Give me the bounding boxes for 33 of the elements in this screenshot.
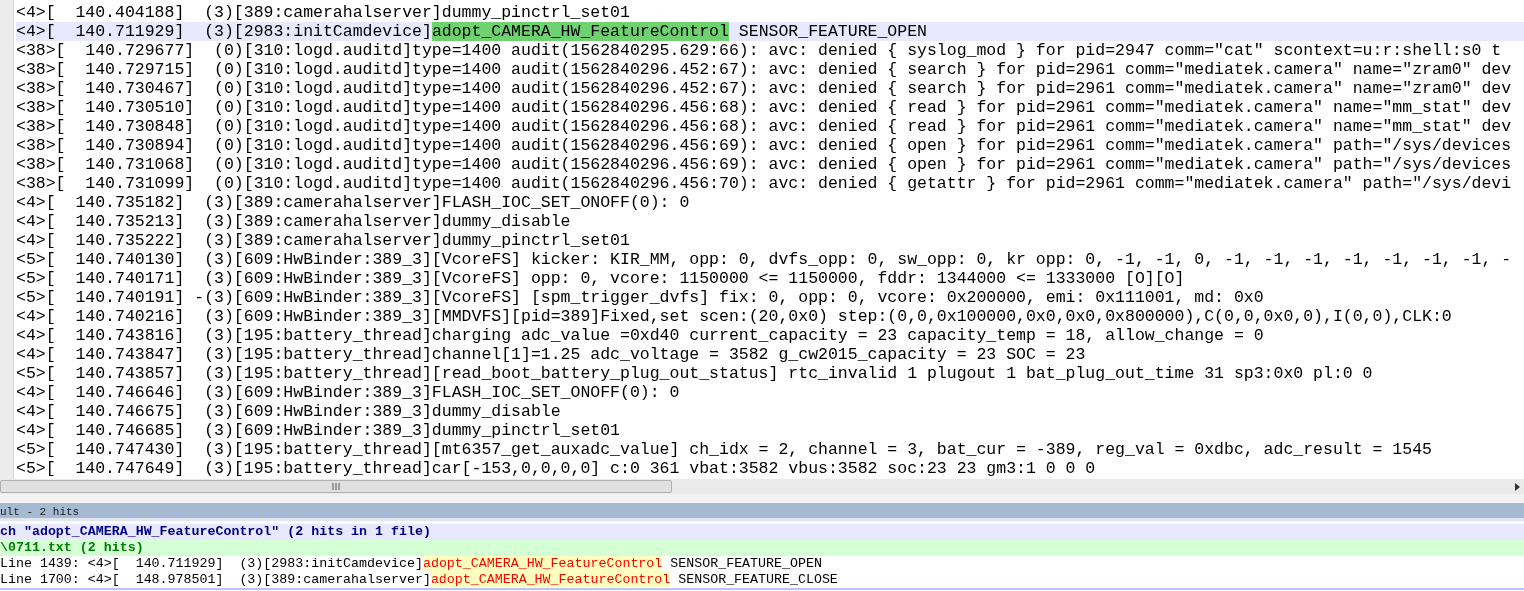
grip-icon [332,483,340,490]
log-line: <5>[ 140.743857] (3)[195:battery_thread][read_boot_battery_plug_out_status] rtc_invalid 1 plugout 1 bat_plug_out_time 31 sp3:0x0 pl:0 0 [16,364,1374,383]
log-line: <4>[ 140.735222] (3)[389:camerahalserver]dummy_pinctrl_set01 [16,231,631,250]
log-line: <4>[ 140.746685] (3)[609:HwBinder:389_3]dummy_pinctrl_set01 [16,421,621,440]
horizontal-scrollbar[interactable] [0,479,1524,494]
search-result-line[interactable]: Line 1439: <4>[ 140.711929] (3)[2983:initCamdevice]adopt_CAMERA_HW_FeatureControl SENSOR_FEATURE_OPEN [0,556,1524,572]
scrollbar-thumb[interactable] [0,480,672,493]
log-line: <38>[ 140.730894] (0)[310:logd.auditd]type=1400 audit(1562840296.456:69): avc: denied { open } for pid=2961 comm="mediatek.camera" path="/sys/devices [16,136,1513,155]
log-line: <38>[ 140.731068] (0)[310:logd.auditd]type=1400 audit(1562840296.456:69): avc: denied { open } for pid=2961 comm="mediatek.camera" path="/sys/devices [16,155,1513,174]
log-line: <4>[ 140.746646] (3)[609:HwBinder:389_3]FLASH_IOC_SET_ONOFF(0): 0 [16,383,681,402]
search-result-line[interactable]: Line 1700: <4>[ 148.978501] (3)[389:camerahalserver]adopt_CAMERA_HW_FeatureControl SENSOR_FEATURE_CLOSE [0,572,1524,588]
search-header[interactable]: ch "adopt_CAMERA_HW_FeatureControl" (2 hits in 1 file) [0,524,1524,540]
file-row[interactable]: \0711.txt (2 hits) [0,540,1524,556]
log-line: <4>[ 140.735213] (3)[389:camerahalserver]dummy_disable [16,212,572,231]
log-line: <5>[ 140.740171] (3)[609:HwBinder:389_3][VcoreFS] opp: 0, vcore: 1150000 <= 1150000, fddr: 1344000 <= 1333000 [O][O] [16,269,1186,288]
log-line: <38>[ 140.731099] (0)[310:logd.auditd]type=1400 audit(1562840296.456:70): avc: denied { getattr } for pid=2961 comm="mediatek.camera" path="/sys/devi [16,174,1513,193]
log-line: <5>[ 140.740191] -(3)[609:HwBinder:389_3][VcoreFS] [spm_trigger_dvfs] fix: 0, opp: 0, vcore: 0x200000, emi: 0x111001, md: 0x0 [16,288,1265,307]
log-line: <4>[ 140.404188] (3)[389:camerahalserver]dummy_pinctrl_set01 [16,3,631,22]
log-line: <38>[ 140.730510] (0)[310:logd.auditd]type=1400 audit(1562840296.456:68): avc: denied { read } for pid=2961 comm="mediatek.camera" name="mm_stat" dev [16,98,1513,117]
log-line: <5>[ 140.747649] (3)[195:battery_thread]car[-153,0,0,0,0] c:0 361 vbat:3582 vbus:3582 soc:23 23 gm3:1 0 0 0 [16,459,1097,478]
log-line: <4>[ 140.740216] (3)[609:HwBinder:389_3][MMDVFS][pid=389]Fixed,set scen:(20,0x0) step:(0,0,0x100000,0x0,0x0,0x800000),C(0,0,0x0,0),I(0,0),CLK:0 [16,307,1453,326]
log-line: <4>[ 140.735182] (3)[389:camerahalserver]FLASH_IOC_SET_ONOFF(0): 0 [16,193,691,212]
log-line: <38>[ 140.729715] (0)[310:logd.auditd]type=1400 audit(1562840296.452:67): avc: denied { search } for pid=2961 comm="mediatek.camera" name="zram0" dev [16,60,1513,79]
log-line: <38>[ 140.730848] (0)[310:logd.auditd]type=1400 audit(1562840296.456:68): avc: denied { read } for pid=2961 comm="mediatek.camera" name="mm_stat" dev [16,117,1513,136]
log-line: <4>[ 140.743816] (3)[195:battery_thread]charging adc_value =0xd40 current_capacity = 23 capacity_temp = 18, allow_change = 0 [16,326,1265,345]
log-line: <4>[ 140.743847] (3)[195:battery_thread]channel[1]=1.25 adc_voltage = 3582 g_cw2015_capacity = 23 SOC = 23 [16,345,1087,364]
log-line: <38>[ 140.729677] (0)[310:logd.auditd]type=1400 audit(1562840295.629:66): avc: denied { syslog_mod } for pid=2947 comm="cat" scontext=u:r:shell:s0 t [16,41,1503,60]
panel-title-bar: ult - 2 hits [0,503,1524,521]
log-line: <5>[ 140.747430] (3)[195:battery_thread][mt6357_get_auxadc_value] ch_idx = 2, channel = 3, bat_cur = -389, reg_val = 0xdbc, adc_result = 1545 [16,440,1433,459]
log-line: <4>[ 140.746675] (3)[609:HwBinder:389_3]dummy_disable [16,402,562,421]
arrow-right-icon[interactable] [1515,483,1520,491]
log-line: <38>[ 140.730467] (0)[310:logd.auditd]type=1400 audit(1562840296.452:67): avc: denied { search } for pid=2961 comm="mediatek.camera" name="zram0" dev [16,79,1513,98]
log-line: <5>[ 140.740130] (3)[609:HwBinder:389_3][VcoreFS] kicker: KIR_MM, opp: 0, dvfs_opp: 0, sw_opp: 0, kr opp: 0, -1, -1, 0, -1, -1, -1, -1, -1, -1, -1, - [16,250,1513,269]
